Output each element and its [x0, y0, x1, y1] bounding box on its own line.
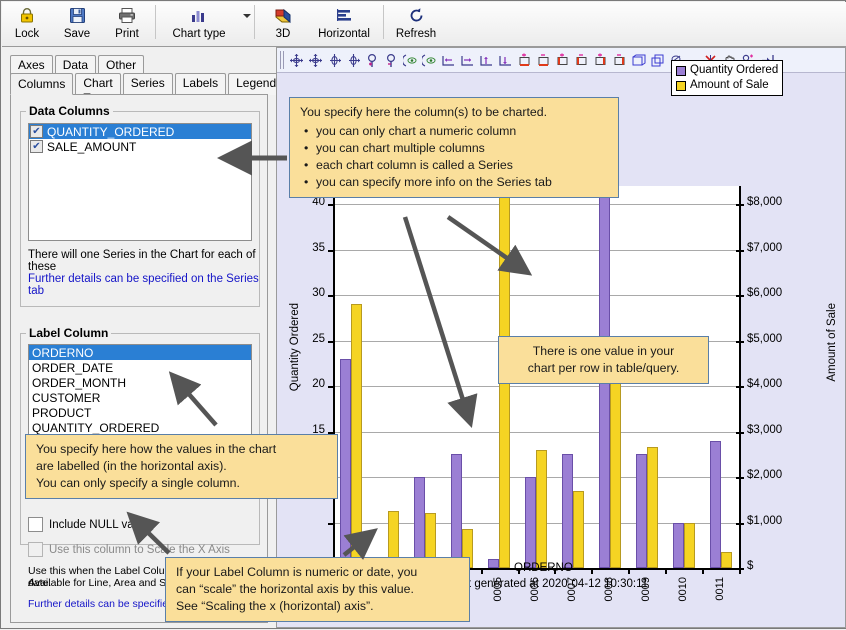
arrow-to-label-column-list	[168, 371, 218, 427]
annotation-arrows	[126, 140, 533, 560]
arrow-to-series	[446, 215, 533, 276]
chart-designer-window: Lock Save Print Chart type 3D Horizontal…	[0, 0, 846, 629]
arrow-to-bar-value	[402, 216, 478, 429]
arrow-to-x-axis	[342, 528, 378, 560]
arrow-to-scale-checkbox	[126, 511, 171, 555]
